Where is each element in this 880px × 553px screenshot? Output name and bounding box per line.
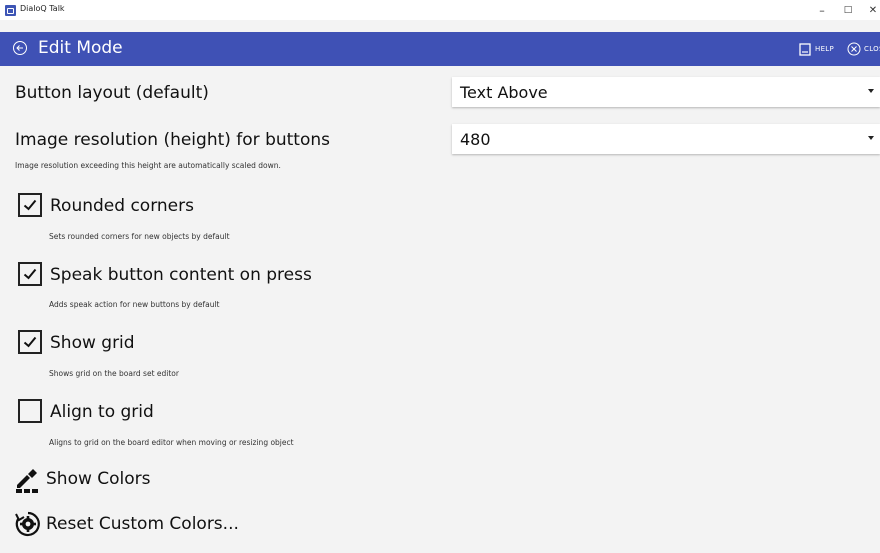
rounded-corners-hint: Sets rounded corners for new objects by … [49,232,230,241]
app-header: Edit Mode HELP CLOSE [0,32,880,66]
reset-custom-colors-button[interactable]: Reset Custom Colors... [14,510,239,538]
chevron-down-icon [868,136,874,140]
button-layout-select[interactable]: Text Above [452,77,880,107]
color-picker-icon [16,469,38,493]
show-grid-hint: Shows grid on the board set editor [49,369,179,378]
speak-button-content-hint: Adds speak action for new buttons by def… [49,300,220,309]
show-grid-label: Show grid [50,333,135,353]
rounded-corners-checkbox[interactable] [18,193,42,217]
minimize-button[interactable]: – [809,0,835,20]
image-resolution-select[interactable]: 480 [452,124,880,154]
help-book-icon [799,42,811,56]
window-title: DialoQ Talk [20,4,65,13]
button-layout-value: Text Above [460,82,548,102]
close-button[interactable]: CLOSE [847,41,880,57]
help-button[interactable]: HELP [799,41,834,57]
app-icon [5,5,16,16]
close-label: CLOSE [864,45,880,53]
rounded-corners-label: Rounded corners [50,196,194,216]
back-arrow-icon[interactable] [12,40,28,56]
align-to-grid-label: Align to grid [50,402,154,422]
close-circle-icon [847,42,861,56]
help-label: HELP [815,45,835,53]
reset-custom-colors-label: Reset Custom Colors... [46,514,239,534]
image-resolution-hint: Image resolution exceeding this height a… [15,161,281,170]
image-resolution-value: 480 [460,129,491,149]
show-grid-checkbox[interactable] [18,330,42,354]
show-colors-button[interactable]: Show Colors [14,465,151,493]
show-colors-label: Show Colors [46,469,151,489]
button-layout-label: Button layout (default) [15,83,209,103]
checkmark-icon [23,268,37,280]
speak-button-content-label: Speak button content on press [50,265,312,285]
speak-button-content-checkbox[interactable] [18,262,42,286]
window-close-button[interactable]: ✕ [860,0,880,20]
reset-gear-icon [15,511,40,537]
align-to-grid-checkbox[interactable] [18,399,42,423]
window-titlebar: DialoQ Talk – □ ✕ [0,0,880,20]
settings-panel: Button layout (default) Text Above Image… [0,66,880,553]
checkmark-icon [23,336,37,348]
image-resolution-label: Image resolution (height) for buttons [15,130,331,150]
page-title: Edit Mode [38,38,123,58]
maximize-button[interactable]: □ [835,0,861,20]
align-to-grid-hint: Aligns to grid on the board editor when … [49,438,294,447]
chevron-down-icon [868,89,874,93]
checkmark-icon [23,199,37,211]
